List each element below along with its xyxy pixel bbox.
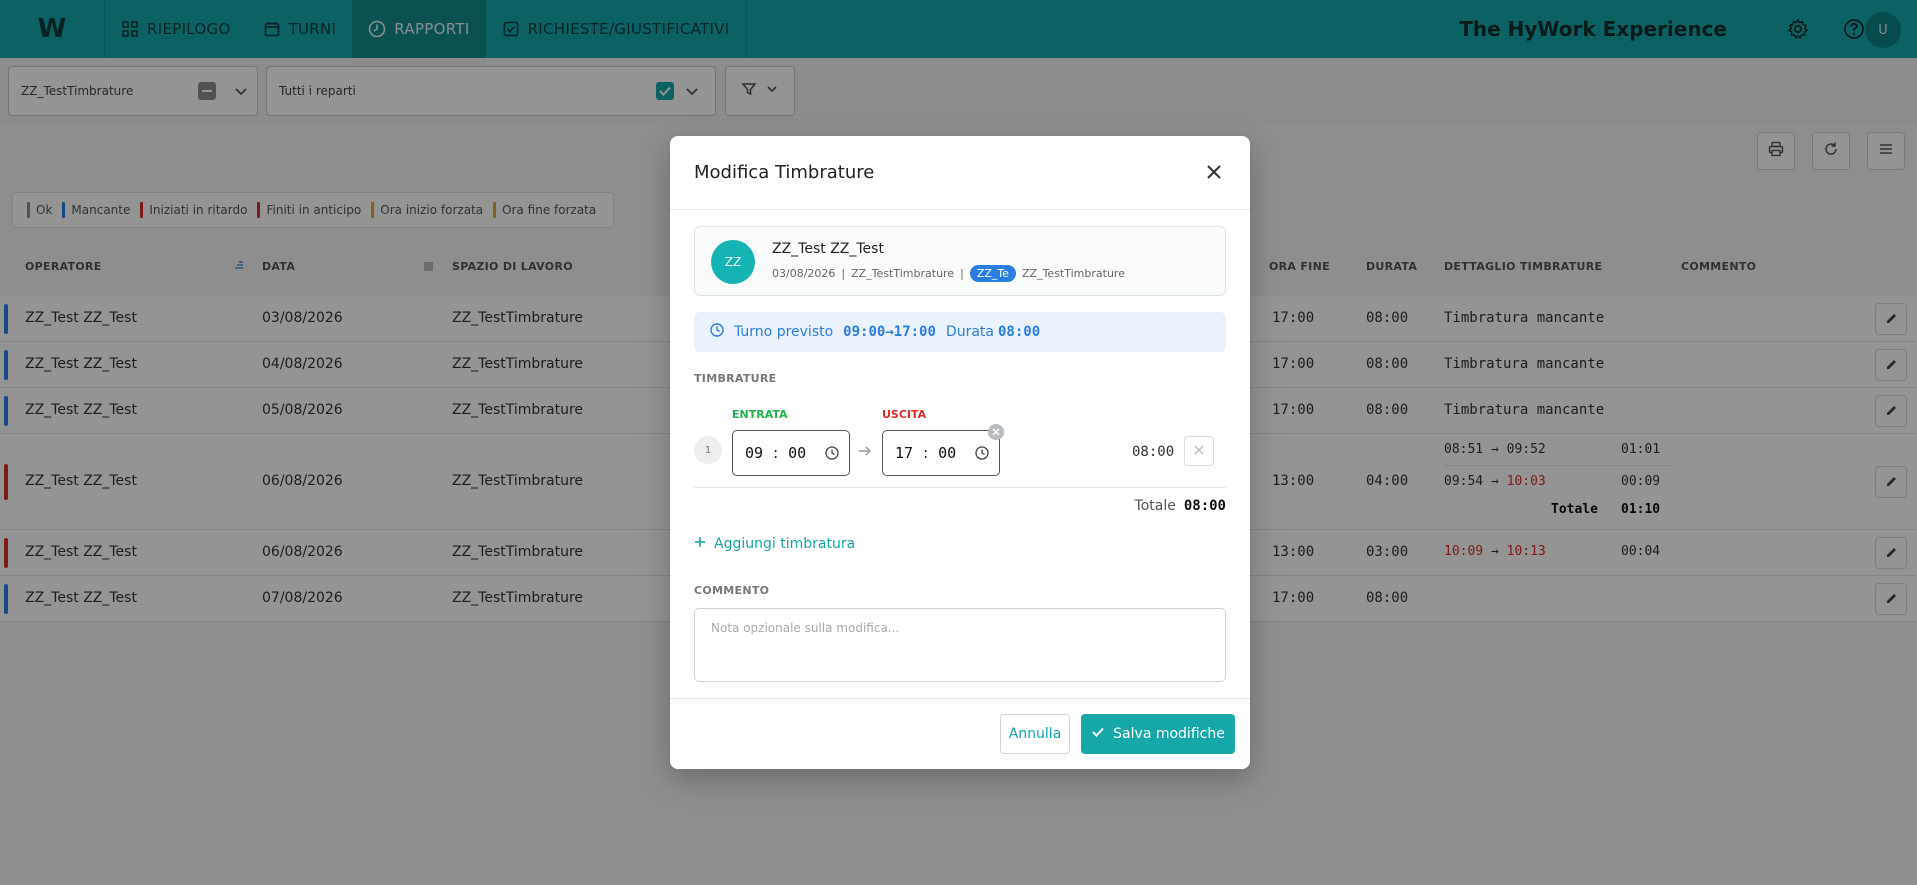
plus-icon (694, 536, 706, 552)
close-icon (1194, 444, 1204, 459)
clock-icon[interactable] (825, 446, 839, 464)
entry-minute[interactable]: 00 (788, 444, 806, 462)
employee-card: ZZ ZZ_Test ZZ_Test 03/08/2026 | ZZ_TestT… (694, 226, 1226, 296)
add-stamp-label: Aggiungi timbratura (714, 536, 856, 552)
entry-time-input[interactable]: 09 : 00 (732, 430, 850, 476)
clock-icon[interactable] (975, 446, 989, 464)
arrow-right-icon (858, 444, 872, 462)
entry-hour[interactable]: 09 (745, 444, 763, 462)
stamps-section-label: TIMBRATURE (694, 372, 777, 385)
edit-stamps-modal: Modifica Timbrature ZZ ZZ_Test ZZ_Test 0… (670, 136, 1250, 769)
stamps-total: Totale 08:00 (1135, 498, 1226, 514)
close-icon[interactable] (1202, 160, 1226, 184)
employee-avatar: ZZ (711, 240, 755, 284)
exit-label: USCITA (882, 408, 927, 421)
exit-hour[interactable]: 17 (895, 444, 913, 462)
shift-duration-label: Durata (945, 324, 994, 340)
modal-header: Modifica Timbrature (670, 136, 1250, 210)
add-stamp-link[interactable]: Aggiungi timbratura (694, 536, 855, 552)
entry-label: ENTRATA (732, 408, 788, 421)
exit-minute[interactable]: 00 (938, 444, 956, 462)
expected-shift: Turno previsto 09:00→17:00 Durata 08:00 (694, 312, 1226, 352)
employee-name: ZZ_Test ZZ_Test (772, 241, 884, 257)
shift-label: Turno previsto (734, 324, 834, 340)
remove-stamp-button[interactable] (1184, 436, 1214, 466)
modal-title: Modifica Timbrature (694, 162, 875, 183)
stamps-divider (694, 487, 1226, 488)
employee-dept: ZZ_TestTimbrature (1022, 267, 1125, 280)
save-label: Salva modifiche (1113, 726, 1225, 742)
comment-section-label: COMMENTO (694, 584, 770, 597)
total-value: 08:00 (1183, 498, 1226, 514)
employee-meta: 03/08/2026 | ZZ_TestTimbrature | ZZ_Te Z… (772, 265, 1125, 282)
employee-date: 03/08/2026 (772, 267, 836, 280)
check-icon (1091, 725, 1105, 743)
stamp-row-number: 1 (694, 436, 722, 464)
exit-time-input[interactable]: 17 : 00 (882, 430, 1000, 476)
clear-exit-icon[interactable] (988, 424, 1004, 440)
modal-footer-divider (670, 698, 1250, 699)
clock-icon (710, 323, 724, 341)
employee-space: ZZ_TestTimbrature (851, 267, 955, 280)
save-button[interactable]: Salva modifiche (1081, 714, 1235, 754)
total-label: Totale (1134, 498, 1176, 514)
comment-textarea[interactable]: Nota opzionale sulla modifica... (694, 608, 1226, 682)
stamp-row-duration: 08:00 (1132, 444, 1175, 460)
shift-duration: 08:00 (997, 324, 1041, 340)
cancel-button[interactable]: Annulla (1000, 714, 1070, 754)
department-badge: ZZ_Te (969, 265, 1017, 282)
shift-range: 09:00→17:00 (843, 324, 936, 340)
